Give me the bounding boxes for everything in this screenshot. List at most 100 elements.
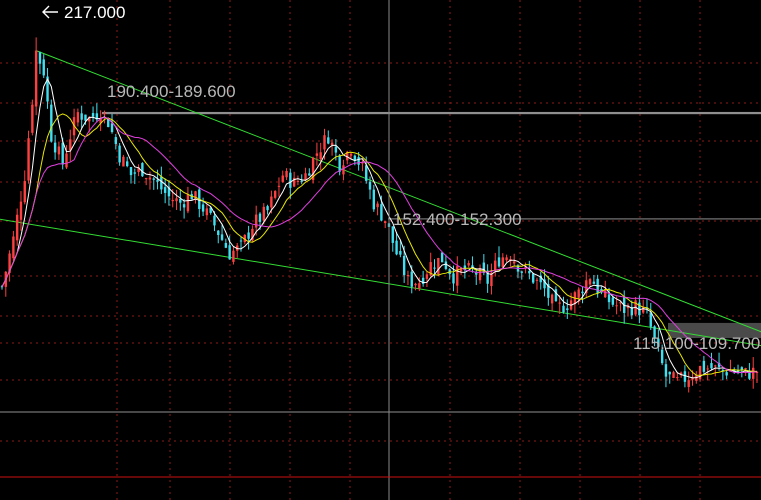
candle-body [254,214,258,228]
candle-body [205,208,209,216]
candle-body [725,372,728,376]
candle-body [315,153,319,156]
candle-body [152,178,155,180]
candle-body [531,273,535,283]
candle-body [144,178,148,180]
candle-body [15,214,19,241]
candle-body [668,371,671,375]
candle-body [201,204,205,212]
candle-body [31,104,34,133]
candle-body [171,199,174,202]
candle-body [262,206,265,221]
candle-body [433,267,436,269]
candle-body [334,146,338,153]
candle-body [380,204,383,221]
candle-body [357,157,360,165]
candle-body [714,365,717,367]
candle-body [148,177,152,180]
candle-body [554,289,558,302]
candle-body [61,142,64,165]
candle-body [114,137,118,144]
candle-body [672,372,675,378]
candle-body [425,274,429,279]
candle-body [281,175,284,182]
candle-body [319,152,322,159]
candle-body [698,366,702,380]
candle-body [615,305,618,307]
candle-body [368,181,372,190]
candle-body [383,221,387,224]
candle-body [528,271,531,274]
candle-body [410,271,413,287]
candle-body [273,191,277,198]
candle-body [84,114,87,121]
candle-body [213,215,216,226]
candle-body [19,201,23,220]
candle-body [141,163,144,177]
candle-body [42,59,45,76]
candle-body [91,113,95,117]
candle-body [437,258,440,275]
candle-body [129,167,133,176]
candle-body [80,113,83,120]
candle-body [607,294,611,303]
candle-body [376,203,379,208]
candle-body [220,234,224,240]
level-label-2: 152.400-152.300 [393,210,522,229]
candle-body [224,242,228,248]
candle-body [160,176,163,190]
candle-body [467,263,470,266]
candle-body [308,173,311,176]
candle-body [752,367,755,379]
candle-body [285,170,288,178]
candle-body [577,289,580,298]
candle-body [133,172,136,174]
candle-body [418,283,421,289]
candle-body [57,146,61,155]
candle-body [592,281,596,284]
candle-body [65,153,68,168]
candle-body [452,273,455,284]
candle-body [478,268,482,281]
candle-body [414,283,417,286]
candle-body [277,185,281,187]
candle-body [456,266,459,286]
candle-body [702,360,706,372]
candle-body [266,206,269,211]
candle-body [588,279,592,285]
level-label-3: 115.100-109.700 [633,334,760,353]
candle-body [558,302,561,304]
candle-body [76,112,80,123]
candle-body [342,165,345,175]
candle-body [683,371,687,382]
candle-body [664,364,668,377]
candle-body [604,290,607,298]
candle-body [27,138,30,181]
candle-body [501,257,505,268]
candlestick-chart: 217.000 190.400-189.600 152.400-152.300 … [0,0,761,500]
candle-body [23,181,26,203]
candle-body [338,155,341,172]
candle-body [406,274,410,277]
candle-body [512,261,516,264]
candle-body [122,156,125,167]
candle-body [38,52,42,64]
candle-body [372,189,376,210]
candle-body [217,230,220,235]
candle-body [239,240,243,242]
candle-body [330,142,334,146]
candle-body [12,236,15,259]
candle-body [349,153,353,156]
candle-body [179,198,182,203]
candle-body [258,213,262,222]
candle-body [581,291,584,294]
candle-body [706,368,709,370]
candle-body [497,257,501,267]
candle-body [50,104,53,142]
candle-body [186,194,190,212]
candle-body [103,113,106,115]
candle-body [505,257,508,261]
candle-body [34,50,38,107]
price-level-band [102,111,761,115]
candle-body [53,142,57,153]
